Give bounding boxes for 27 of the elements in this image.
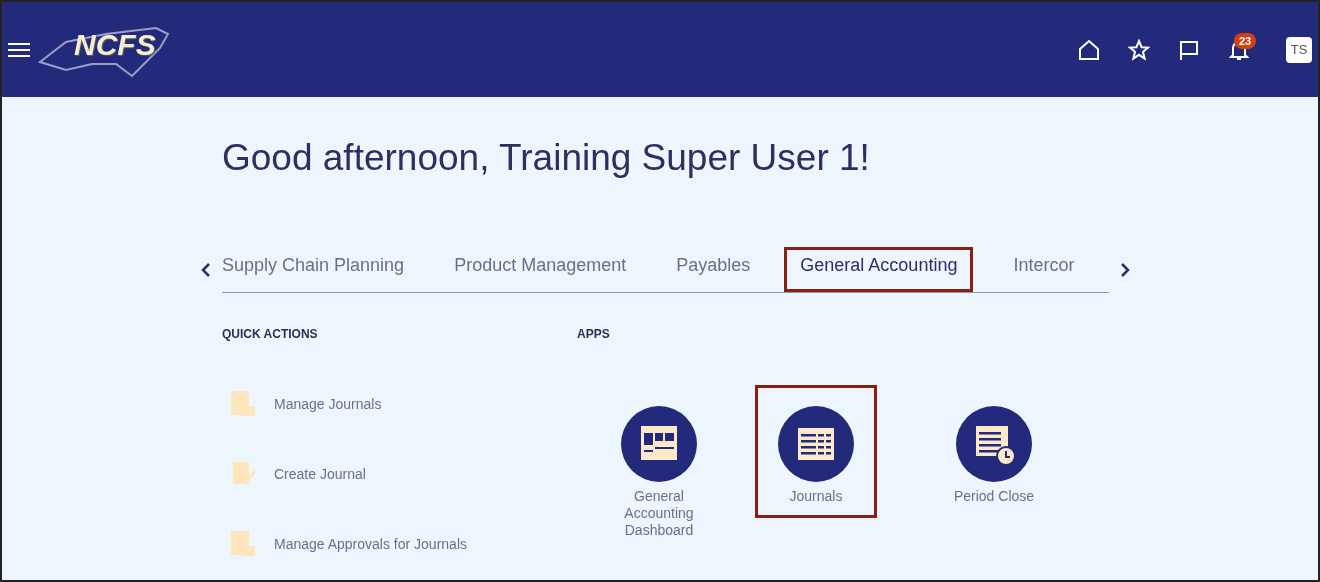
flag-icon[interactable] [1179, 38, 1199, 61]
document-icon [230, 390, 256, 418]
app-icon[interactable] [778, 406, 854, 482]
quick-action-link[interactable]: Manage Approvals for Journals [274, 536, 467, 552]
tab[interactable]: Product Management [454, 247, 627, 292]
quick-action-link[interactable]: Create Journal [274, 466, 366, 482]
section-title: QUICK ACTIONS [222, 327, 319, 343]
chevron-right-icon[interactable] [1120, 262, 1130, 278]
app-icon[interactable] [956, 406, 1032, 482]
tab[interactable]: Intercor [1013, 247, 1075, 292]
app-label[interactable]: General Accounting Dashboard [615, 488, 703, 539]
notification-count: 23 [1234, 32, 1257, 49]
tab[interactable]: Supply Chain Planning [222, 247, 405, 292]
home-icon[interactable] [1078, 38, 1100, 61]
greeting-heading: Good afternoon, Training Super User 1! [222, 137, 871, 179]
tab[interactable]: General Accounting [784, 247, 974, 292]
app-icon[interactable] [621, 406, 697, 482]
chevron-left-icon[interactable] [201, 262, 211, 278]
app-label[interactable]: Period Close [953, 488, 1035, 505]
user-avatar[interactable]: TS [1286, 36, 1312, 63]
app-label[interactable]: Journals [789, 488, 843, 505]
section-title: APPS [577, 327, 611, 343]
quick-action-link[interactable]: Manage Journals [274, 396, 382, 412]
menu-icon[interactable] [8, 41, 30, 58]
star-icon[interactable] [1128, 38, 1150, 61]
document-icon [230, 530, 256, 558]
tab[interactable]: Payables [676, 247, 751, 292]
